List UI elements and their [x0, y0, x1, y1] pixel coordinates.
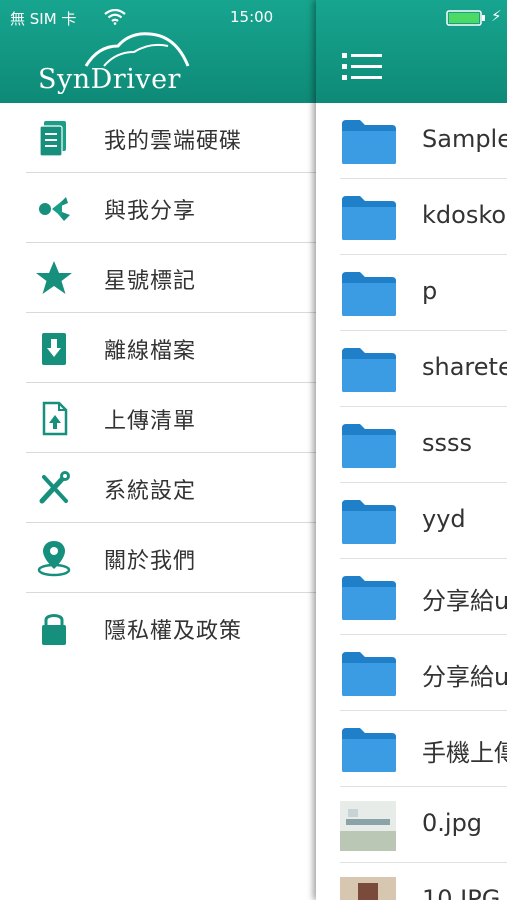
drawer-menu: 我的雲端硬碟 與我分享 星號標記 離線檔案 上傳清單 系統設定 關於我們 隱私權…	[0, 103, 316, 663]
file-row-image[interactable]: 10.JPG	[316, 863, 507, 900]
upload-list-icon	[42, 401, 68, 436]
file-row-folder[interactable]: 手機上傳	[316, 711, 507, 787]
folder-icon	[342, 424, 396, 468]
image-thumbnail	[340, 801, 396, 851]
navigation-drawer: 無 SIM 卡 15:00 SynDriver 我的雲端硬碟 與我分享 星號標記…	[0, 0, 316, 900]
menu-toggle-icon[interactable]	[342, 50, 382, 84]
file-name: kdosko	[422, 201, 507, 229]
file-name: 分享給u	[422, 587, 507, 615]
cloud-logo-icon	[84, 32, 190, 67]
folder-icon	[342, 196, 396, 240]
menu-label: 與我分享	[104, 199, 197, 224]
file-row-folder[interactable]: Sample	[316, 103, 507, 179]
lock-icon	[42, 614, 66, 645]
file-name: 分享給u	[422, 663, 507, 691]
file-row-folder[interactable]: yyd	[316, 483, 507, 559]
folder-icon	[342, 348, 396, 392]
file-name: 10.JPG	[422, 885, 501, 900]
menu-item-upload-list[interactable]: 上傳清單	[0, 383, 316, 453]
wifi-icon	[104, 9, 126, 25]
folder-icon	[342, 272, 396, 316]
file-name: sharete	[422, 353, 507, 381]
file-row-folder[interactable]: sharete	[316, 331, 507, 407]
file-row-folder[interactable]: 分享給u	[316, 559, 507, 635]
syndriver-logo: SynDriver	[38, 28, 198, 98]
menu-label: 隱私權及政策	[104, 619, 243, 644]
location-pin-icon	[37, 541, 71, 577]
menu-label: 離線檔案	[104, 339, 197, 364]
menu-item-about-us[interactable]: 關於我們	[0, 523, 316, 593]
logo-wordmark: SynDriver	[38, 64, 181, 95]
file-name: yyd	[422, 505, 466, 533]
folder-icon	[342, 652, 396, 696]
image-thumbnail	[340, 877, 396, 900]
menu-label: 星號標記	[104, 269, 197, 294]
main-header: ⚡	[316, 0, 507, 103]
menu-label: 我的雲端硬碟	[104, 129, 243, 154]
menu-item-settings[interactable]: 系統設定	[0, 453, 316, 523]
file-row-folder[interactable]: kdosko	[316, 179, 507, 255]
file-row-image[interactable]: 0.jpg	[316, 787, 507, 863]
file-list-panel: ⚡ Sample kdosko p sharete ssss yyd 分享給u …	[316, 0, 507, 900]
menu-label: 關於我們	[104, 549, 197, 574]
folder-icon	[342, 500, 396, 544]
file-row-folder[interactable]: p	[316, 255, 507, 331]
folder-icon	[342, 728, 396, 772]
star-icon	[36, 261, 72, 294]
cloud-drive-icon	[39, 121, 66, 157]
file-name: Sample	[422, 125, 507, 153]
menu-item-starred[interactable]: 星號標記	[0, 243, 316, 313]
file-name: p	[422, 277, 438, 305]
file-name: 0.jpg	[422, 809, 483, 837]
menu-label: 上傳清單	[104, 409, 197, 434]
menu-item-privacy-policy[interactable]: 隱私權及政策	[0, 593, 316, 663]
share-icon	[39, 197, 70, 221]
clock-label: 15:00	[230, 8, 274, 26]
file-row-folder[interactable]: 分享給u	[316, 635, 507, 711]
menu-label: 系統設定	[104, 479, 197, 504]
file-list: Sample kdosko p sharete ssss yyd 分享給u 分享…	[316, 103, 507, 900]
folder-icon	[342, 576, 396, 620]
menu-item-offline-files[interactable]: 離線檔案	[0, 313, 316, 383]
file-name: ssss	[422, 429, 473, 457]
drawer-header: 無 SIM 卡 15:00 SynDriver	[0, 0, 316, 103]
charging-icon: ⚡	[491, 7, 502, 25]
menu-item-shared-with-me[interactable]: 與我分享	[0, 173, 316, 243]
battery-icon	[446, 10, 485, 26]
file-row-folder[interactable]: ssss	[316, 407, 507, 483]
offline-file-icon	[42, 333, 66, 365]
file-name: 手機上傳	[422, 739, 507, 767]
folder-icon	[342, 120, 396, 164]
settings-tools-icon	[39, 471, 70, 504]
menu-item-my-drive[interactable]: 我的雲端硬碟	[0, 103, 316, 173]
carrier-label: 無 SIM 卡	[10, 10, 77, 28]
